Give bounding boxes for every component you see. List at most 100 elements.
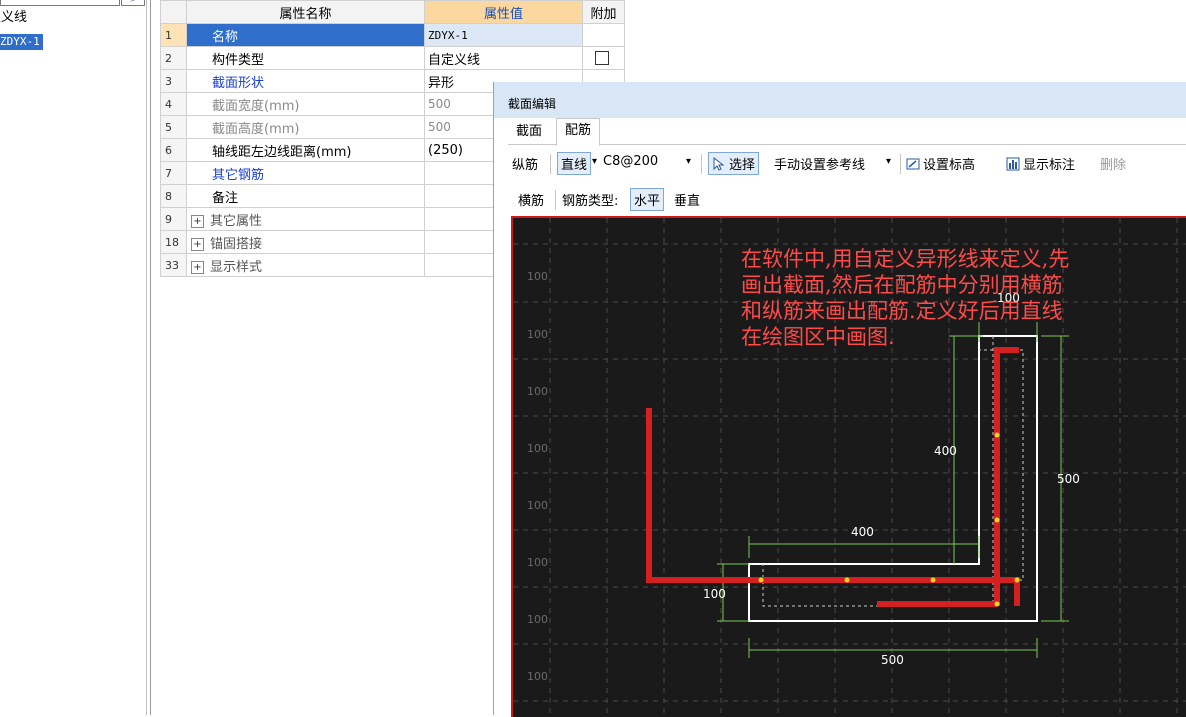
property-name[interactable]: 轴线距左边线距离(mm)	[186, 138, 425, 162]
editor-tabs: 截面 配筋	[508, 118, 1186, 146]
property-value[interactable]: ZDYX-1	[424, 23, 583, 47]
tab-section[interactable]: 截面	[508, 120, 550, 144]
show-label-text: 显示标注	[1023, 158, 1076, 173]
property-name[interactable]: 备注	[186, 184, 425, 208]
row-number: 6	[160, 138, 187, 162]
manual-ref-dropdown-icon[interactable]: ▾	[886, 156, 891, 167]
transverse-rebar-button[interactable]: 横筋	[518, 190, 544, 209]
tree-toolbar: ⌕	[0, 0, 150, 8]
expand-icon[interactable]: +	[191, 237, 204, 251]
property-name[interactable]: 截面形状	[186, 69, 425, 93]
line-tool-button[interactable]: 直线	[557, 152, 592, 175]
horizontal-button[interactable]: 水平	[630, 188, 665, 211]
row-number: 3	[160, 69, 187, 93]
row-number: 4	[160, 92, 187, 116]
grid-row[interactable]: 2 构件类型 自定义线	[160, 46, 625, 70]
vertical-rebar	[994, 347, 1019, 606]
select-tool-button[interactable]: 选择	[708, 152, 760, 175]
header-property-name[interactable]: 属性名称	[186, 0, 425, 24]
toolbar-separator	[701, 154, 702, 174]
dim-total-width: 500	[881, 653, 904, 667]
property-name[interactable]: + 显示样式	[186, 253, 425, 277]
expand-icon[interactable]: +	[191, 214, 204, 228]
delete-button[interactable]: 删除	[1100, 154, 1126, 173]
header-property-value[interactable]: 属性值	[424, 0, 583, 24]
longitudinal-rebar	[646, 408, 1020, 606]
property-group-label: 其它属性	[210, 213, 263, 229]
annotation-line: 在绘图区中画图.	[741, 325, 895, 349]
toolbar-separator	[900, 154, 901, 174]
toolbar-separator	[555, 190, 556, 210]
row-number: 9	[160, 207, 187, 231]
rebar-type-label: 钢筋类型:	[562, 194, 619, 209]
row-number: 2	[160, 46, 187, 70]
tree-search-box[interactable]	[0, 0, 120, 6]
tab-reinforcement[interactable]: 配筋	[556, 118, 601, 146]
dimension-lines	[717, 322, 1069, 658]
rebar-group[interactable]	[646, 347, 1020, 607]
show-label-button[interactable]: 显示标注	[1006, 154, 1075, 173]
grid-corner	[160, 0, 187, 24]
property-name[interactable]: + 其它属性	[186, 207, 425, 231]
property-name[interactable]: 截面宽度(mm)	[186, 92, 425, 116]
grid-label: 100	[527, 442, 548, 455]
row-number: 1	[160, 23, 187, 47]
grid-label: 100	[527, 328, 548, 341]
grid-header-row: 属性名称 属性值 附加	[160, 0, 625, 24]
property-name[interactable]: 名称	[186, 23, 425, 47]
property-value[interactable]: 自定义线	[424, 46, 583, 70]
section-editor-window: 截面编辑 截面 配筋 纵筋 直线 ▾ C8@200 ▾ 选择 手动设置参考线 ▾…	[493, 82, 1186, 717]
property-name[interactable]: 截面高度(mm)	[186, 115, 425, 139]
drawing-svg[interactable]: 100 100 100 100 100 100 100 100 100 400 …	[513, 218, 1186, 717]
grid-label: 100	[527, 556, 548, 569]
dim-total-height: 500	[1057, 472, 1080, 486]
reinforcement-toolbar: 纵筋 直线 ▾ C8@200 ▾ 选择 手动设置参考线 ▾ 设置标高 显示标注 …	[508, 150, 1186, 178]
tree-search-button[interactable]: ⌕	[121, 0, 145, 6]
elevation-icon	[906, 158, 920, 170]
property-name[interactable]: + 锚固搭接	[186, 230, 425, 254]
property-name[interactable]: 构件类型	[186, 46, 425, 70]
grid-label: 100	[527, 385, 548, 398]
property-extra	[582, 23, 625, 47]
longitudinal-rebar-button[interactable]: 纵筋	[512, 154, 538, 173]
tree-node-custom-line[interactable]: 定义线	[0, 9, 27, 26]
tree-item-selected[interactable]: ZDYX-1	[0, 34, 43, 50]
annotation-line: 和纵筋来画出配筋.定义好后用直线	[741, 299, 1063, 323]
grid-row[interactable]: 1 名称 ZDYX-1	[160, 23, 625, 47]
toolbar-separator	[550, 154, 551, 174]
header-extra[interactable]: 附加	[582, 0, 625, 24]
editor-title-bar[interactable]: 截面编辑	[494, 82, 1186, 118]
pane-divider[interactable]	[146, 0, 147, 715]
dim-bottom-thickness: 100	[703, 587, 726, 601]
rebar-spec-select[interactable]: C8@200	[603, 154, 658, 169]
drawing-canvas[interactable]: 100 100 100 100 100 100 100 100 100 400 …	[511, 216, 1186, 717]
set-elevation-label: 设置标高	[923, 158, 976, 173]
grid-label: 100	[527, 613, 548, 626]
row-number: 33	[160, 253, 187, 277]
property-name[interactable]: 其它钢筋	[186, 161, 425, 185]
manual-reference-line-button[interactable]: 手动设置参考线	[774, 154, 865, 173]
row-number: 5	[160, 115, 187, 139]
cursor-icon	[713, 157, 725, 171]
transverse-toolbar: 横筋 钢筋类型: 水平 垂直	[508, 186, 1186, 212]
expand-icon[interactable]: +	[191, 260, 204, 274]
row-number: 18	[160, 230, 187, 254]
grid-label: 100	[527, 499, 548, 512]
set-elevation-button[interactable]: 设置标高	[906, 154, 975, 173]
property-group-label: 锚固搭接	[210, 236, 263, 252]
dim-arm-length: 400	[851, 525, 874, 539]
annotation-line: 在软件中,用自定义异形线来定义,先	[741, 247, 1069, 271]
dim-left-height: 400	[934, 444, 957, 458]
annotation-note: 在软件中,用自定义异形线来定义,先 画出截面,然后在配筋中分别用横筋 和纵筋来画…	[741, 247, 1069, 349]
line-dropdown-icon[interactable]: ▾	[592, 156, 597, 167]
component-tree: ⌕ 定义线 ZDYX-1	[0, 0, 151, 715]
annotation-line: 画出截面,然后在配筋中分别用横筋	[741, 273, 1063, 297]
extra-checkbox[interactable]	[595, 51, 609, 65]
rebar-spec-dropdown-icon[interactable]: ▾	[686, 156, 691, 167]
grid-label: 100	[527, 670, 548, 683]
property-extra	[582, 46, 625, 70]
editor-title: 截面编辑	[508, 97, 557, 111]
vertical-button[interactable]: 垂直	[674, 190, 700, 209]
select-tool-label: 选择	[729, 158, 756, 173]
row-number: 8	[160, 184, 187, 208]
